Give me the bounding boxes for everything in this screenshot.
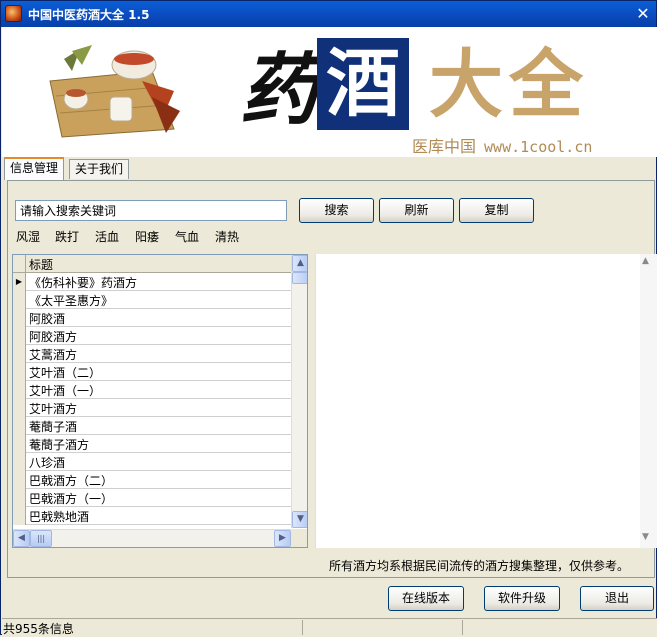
column-title[interactable]: 标题 — [29, 256, 53, 273]
banner-char-daquan: 大全 — [429, 42, 589, 128]
scroll-thumb[interactable] — [292, 272, 307, 284]
row-indicator — [13, 399, 26, 417]
row-indicator — [13, 291, 26, 309]
table-row[interactable]: 巴戟酒方（二） — [13, 471, 291, 489]
banner-tagline: 医库中国 www.1cool.cn — [412, 133, 592, 157]
recipe-grid[interactable]: 标题 ▶ 《伤科补要》药酒方 《太平圣惠方》 阿胶酒 阿胶酒方 艾蒿酒方 艾叶酒（… — [12, 254, 308, 548]
scroll-left-icon[interactable]: ◀ — [13, 530, 30, 547]
row-title: 巴戟熟地酒 — [29, 510, 90, 524]
table-row[interactable]: 巴戟熟地酒 — [13, 507, 291, 525]
disclaimer-text: 所有酒方均系根据民间流传的酒方搜集整理，仅供参考。 — [329, 559, 630, 573]
status-bar: 共955条信息 — [2, 618, 657, 636]
banner-char-jiu: 酒 — [326, 41, 400, 127]
table-row[interactable]: 阿胶酒 — [13, 309, 291, 327]
row-indicator — [13, 345, 26, 363]
row-title: 八珍酒 — [29, 456, 66, 470]
online-version-button[interactable]: 在线版本 — [388, 586, 464, 611]
row-title: 巴戟酒方（二） — [29, 474, 114, 488]
tagline-url: www.1cool.cn — [484, 138, 593, 156]
row-title: 艾叶酒（一） — [29, 384, 102, 398]
row-title: 《太平圣惠方》 — [29, 294, 114, 308]
row-title: 《伤科补要》药酒方 — [29, 276, 138, 290]
tab-about-us[interactable]: 关于我们 — [69, 159, 130, 179]
row-indicator — [13, 381, 26, 399]
copy-button[interactable]: 复制 — [459, 198, 534, 223]
banner: 药 酒 大全 医库中国 www.1cool.cn — [2, 27, 657, 157]
keyword-yangwei[interactable]: 阳痿 — [135, 228, 159, 245]
table-row[interactable]: 艾叶酒（二） — [13, 363, 291, 381]
table-row[interactable]: 八珍酒 — [13, 453, 291, 471]
row-indicator — [13, 417, 26, 435]
row-title: 艾叶酒方 — [29, 402, 78, 416]
app-icon — [5, 5, 22, 22]
scroll-right-icon[interactable]: ▶ — [274, 530, 291, 547]
tea-set-illustration — [49, 45, 180, 138]
header-indicator — [13, 255, 26, 273]
title-bar[interactable]: 中国中医药酒大全 1.5 ✕ — [1, 1, 656, 27]
keyword-huoxue[interactable]: 活血 — [95, 228, 119, 245]
keyword-fengshi[interactable]: 风湿 — [16, 228, 40, 245]
grid-header: 标题 — [13, 255, 291, 273]
table-row[interactable]: 阿胶酒方 — [13, 327, 291, 345]
row-title: 菴蕳子酒 — [29, 420, 78, 434]
row-indicator — [13, 489, 26, 507]
table-row[interactable]: 艾蒿酒方 — [13, 345, 291, 363]
row-indicator — [13, 309, 26, 327]
table-row[interactable]: 菴蕳子酒方 — [13, 435, 291, 453]
row-indicator — [13, 435, 26, 453]
table-row[interactable]: 艾叶酒（一） — [13, 381, 291, 399]
grid-horizontal-scrollbar[interactable]: ◀ ||| ▶ — [13, 529, 291, 547]
main-window: 中国中医药酒大全 1.5 ✕ 药 酒 大全 医库中国 www.1cool.cn 信… — [0, 0, 657, 636]
close-icon[interactable]: ✕ — [633, 4, 653, 24]
window-title: 中国中医药酒大全 1.5 — [28, 8, 150, 22]
row-title: 阿胶酒 — [29, 312, 66, 326]
grid-rows: ▶ 《伤科补要》药酒方 《太平圣惠方》 阿胶酒 阿胶酒方 艾蒿酒方 艾叶酒（二） … — [13, 273, 291, 525]
status-divider — [462, 620, 463, 635]
software-upgrade-button[interactable]: 软件升级 — [484, 586, 560, 611]
scroll-corner — [291, 529, 307, 547]
detail-scroll-down-icon[interactable]: ▼ — [642, 532, 649, 542]
row-selector-arrow-icon: ▶ — [13, 273, 26, 291]
table-row[interactable]: 《太平圣惠方》 — [13, 291, 291, 309]
table-row[interactable]: 巴戟酒方（一） — [13, 489, 291, 507]
status-divider — [302, 620, 303, 635]
banner-char-yao: 药 — [240, 45, 319, 136]
grid-vertical-scrollbar[interactable]: ▲ ▼ — [291, 255, 307, 528]
row-title: 艾叶酒（二） — [29, 366, 102, 380]
record-count: 共955条信息 — [3, 622, 74, 636]
row-title: 菴蕳子酒方 — [29, 438, 90, 452]
scroll-down-icon[interactable]: ▼ — [292, 511, 307, 528]
detail-scrollbar[interactable]: ▲ ▼ — [640, 254, 657, 548]
row-indicator — [13, 471, 26, 489]
search-input[interactable] — [15, 200, 287, 221]
keyword-dieda[interactable]: 跌打 — [55, 228, 79, 245]
exit-button[interactable]: 退出 — [580, 586, 654, 611]
tab-info-management[interactable]: 信息管理 — [4, 157, 65, 180]
row-indicator — [13, 363, 26, 381]
row-indicator — [13, 507, 26, 525]
keyword-qingre[interactable]: 清热 — [215, 228, 239, 245]
hscroll-thumb[interactable]: ||| — [30, 530, 52, 547]
recipe-detail-pane[interactable]: ▲ ▼ — [315, 254, 657, 548]
refresh-button[interactable]: 刷新 — [379, 198, 454, 223]
keyword-qixue[interactable]: 气血 — [175, 228, 199, 245]
scroll-up-icon[interactable]: ▲ — [292, 255, 307, 272]
search-button[interactable]: 搜索 — [299, 198, 374, 223]
row-title: 阿胶酒方 — [29, 330, 78, 344]
row-title: 巴戟酒方（一） — [29, 492, 114, 506]
table-row[interactable]: 菴蕳子酒 — [13, 417, 291, 435]
row-indicator — [13, 453, 26, 471]
table-row[interactable]: ▶ 《伤科补要》药酒方 — [13, 273, 291, 291]
detail-scroll-up-icon[interactable]: ▲ — [642, 256, 649, 266]
row-indicator — [13, 327, 26, 345]
row-title: 艾蒿酒方 — [29, 348, 78, 362]
table-row[interactable]: 艾叶酒方 — [13, 399, 291, 417]
tagline-text: 医库中国 — [412, 137, 477, 156]
